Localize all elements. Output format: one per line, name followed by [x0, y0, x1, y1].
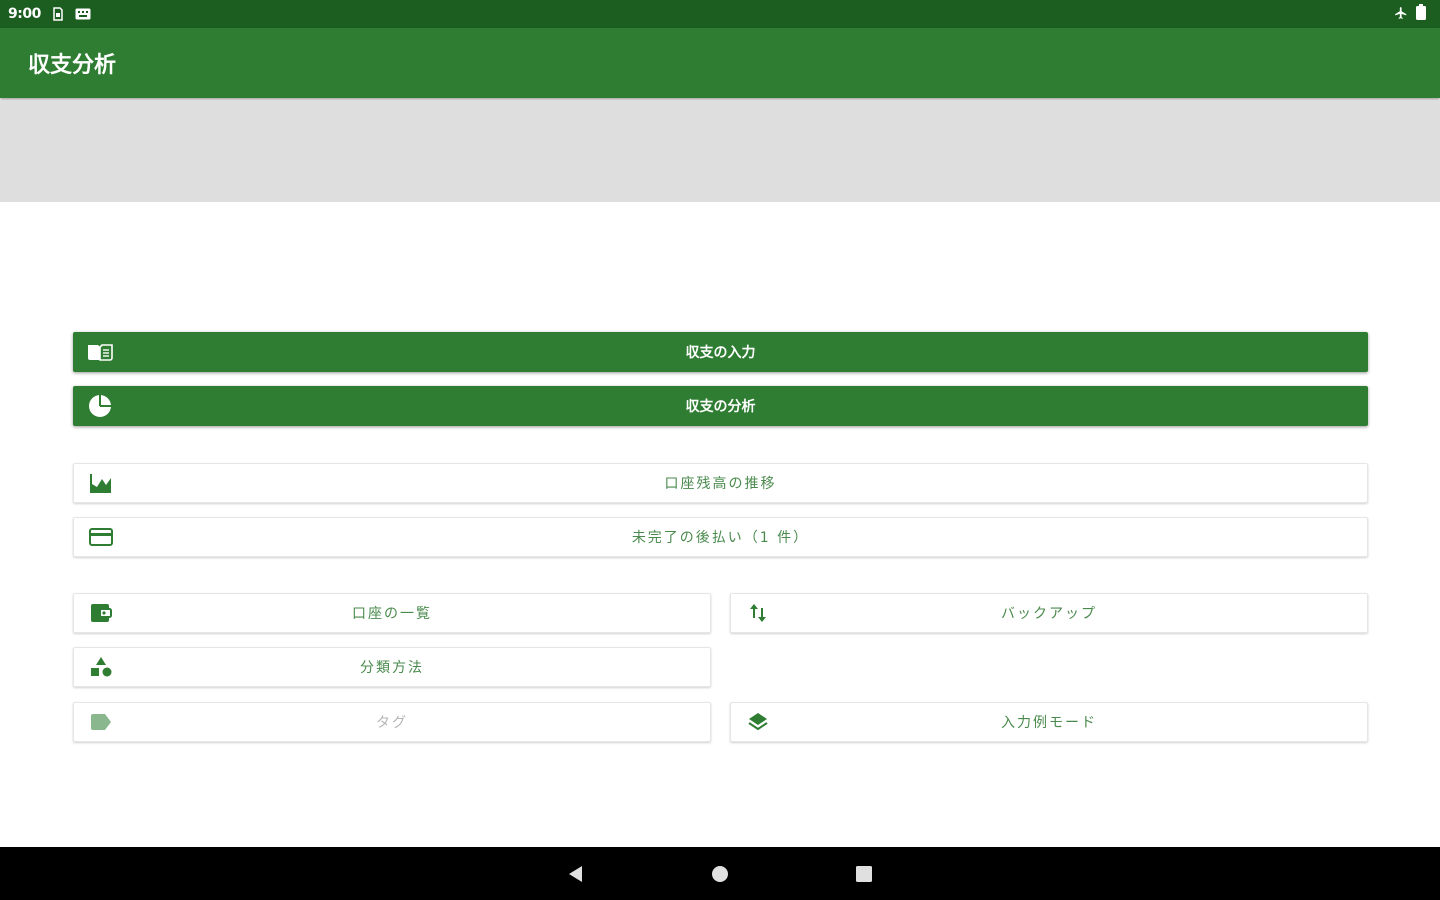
airplane-icon — [1394, 5, 1408, 24]
account-list-button[interactable]: 口座の一覧 — [73, 593, 711, 633]
status-time: 9:00 — [8, 6, 41, 22]
layers-icon — [745, 709, 771, 735]
backup-button[interactable]: バックアップ — [730, 593, 1368, 633]
app-bar: 収支分析 — [0, 28, 1440, 98]
account-list-label: 口座の一覧 — [352, 606, 432, 622]
input-income-expense-label: 収支の入力 — [685, 345, 756, 361]
pending-payments-button[interactable]: 未完了の後払い（1 件） — [73, 517, 1368, 557]
status-bar: 9:00 — [0, 0, 1440, 28]
system-nav-bar — [0, 847, 1440, 900]
input-income-expense-button[interactable]: 収支の入力 — [73, 332, 1368, 372]
input-example-mode-button[interactable]: 入力例モード — [730, 702, 1368, 742]
page-title: 収支分析 — [28, 53, 117, 78]
analyze-income-expense-button[interactable]: 収支の分析 — [73, 386, 1368, 426]
credit-card-icon — [88, 524, 114, 550]
tags-label: タグ — [376, 715, 408, 731]
tag-icon — [88, 709, 114, 735]
keyboard-icon — [75, 8, 91, 20]
pending-payments-label: 未完了の後払い（1 件） — [631, 530, 810, 546]
sort-arrows-icon — [745, 600, 771, 626]
recents-icon[interactable] — [850, 860, 878, 888]
balance-trend-button[interactable]: 口座残高の推移 — [73, 463, 1368, 503]
home-icon[interactable] — [706, 860, 734, 888]
battery-icon — [1416, 4, 1426, 24]
classification-method-button[interactable]: 分類方法 — [73, 647, 711, 687]
pie-chart-icon — [87, 393, 113, 419]
back-icon[interactable] — [562, 860, 590, 888]
balance-trend-label: 口座残高の推移 — [664, 476, 777, 492]
wallet-icon — [88, 600, 114, 626]
banner-area — [0, 100, 1440, 202]
tags-button[interactable]: タグ — [73, 702, 711, 742]
area-chart-icon — [88, 470, 114, 496]
analyze-income-expense-label: 収支の分析 — [685, 399, 756, 415]
category-shapes-icon — [88, 654, 114, 680]
sim-icon — [53, 7, 63, 21]
backup-label: バックアップ — [1001, 606, 1097, 622]
input-example-mode-label: 入力例モード — [1001, 715, 1097, 731]
classification-method-label: 分類方法 — [360, 660, 424, 676]
ledger-book-icon — [87, 339, 113, 365]
